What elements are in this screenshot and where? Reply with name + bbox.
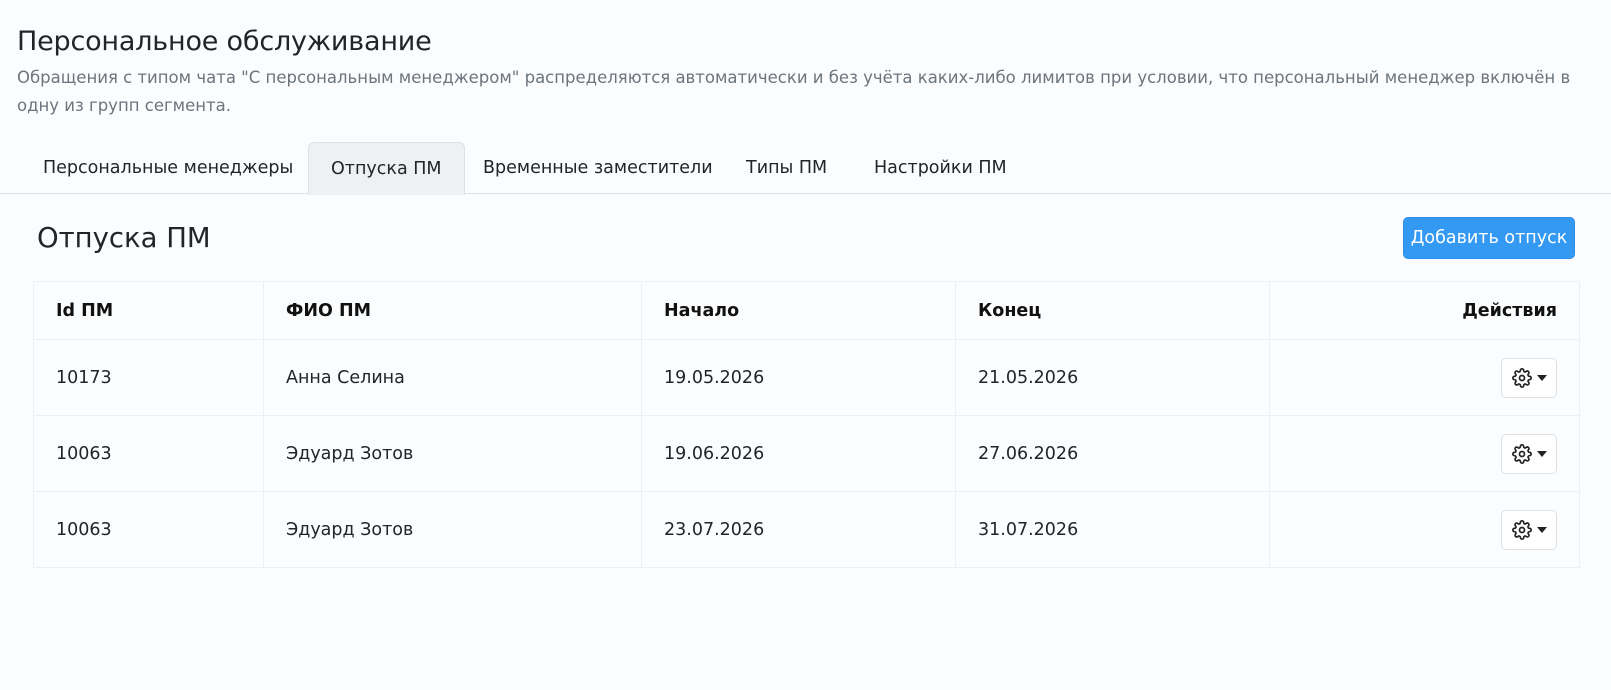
cell-name: Эдуард Зотов bbox=[263, 415, 642, 492]
cell-end: 21.05.2026 bbox=[955, 339, 1270, 416]
row-actions-dropdown-button[interactable] bbox=[1501, 433, 1557, 474]
tab-personal-managers[interactable]: Персональные менеджеры bbox=[21, 142, 315, 194]
page-title: Персональное обслуживание bbox=[17, 26, 432, 57]
vacations-table-wrapper: Id ПМ ФИО ПМ Начало Конец Действия 10173… bbox=[33, 281, 1580, 568]
gear-icon bbox=[1511, 367, 1532, 388]
cell-id: 10173 bbox=[33, 339, 264, 416]
column-header-id: Id ПМ bbox=[33, 281, 264, 340]
cell-start: 23.07.2026 bbox=[641, 491, 956, 568]
tab-pm-settings[interactable]: Настройки ПМ bbox=[852, 142, 1029, 194]
cell-start: 19.05.2026 bbox=[641, 339, 956, 416]
column-header-actions: Действия bbox=[1269, 281, 1580, 340]
cell-name: Анна Селина bbox=[263, 339, 642, 416]
page-description: Обращения с типом чата "С персональным м… bbox=[17, 68, 1571, 115]
column-header-name: ФИО ПМ bbox=[263, 281, 642, 340]
tab-bar: Персональные менеджеры Отпуска ПМ Времен… bbox=[0, 142, 1611, 195]
tab-temporary-deputies[interactable]: Временные заместители bbox=[461, 142, 735, 194]
cell-name: Эдуард Зотов bbox=[263, 491, 642, 568]
cell-end: 27.06.2026 bbox=[955, 415, 1270, 492]
table-header-row: Id ПМ ФИО ПМ Начало Конец Действия bbox=[33, 281, 1580, 340]
caret-down-icon bbox=[1536, 374, 1547, 381]
cell-id: 10063 bbox=[33, 491, 264, 568]
caret-down-icon bbox=[1536, 526, 1547, 533]
cell-end: 31.07.2026 bbox=[955, 491, 1270, 568]
cell-actions bbox=[1269, 491, 1580, 568]
cell-start: 19.06.2026 bbox=[641, 415, 956, 492]
page-header: Персональное обслуживание Обращения с ти… bbox=[17, 22, 1607, 120]
vacations-table: Id ПМ ФИО ПМ Начало Конец Действия 10173… bbox=[33, 281, 1580, 568]
cell-actions bbox=[1269, 415, 1580, 492]
tab-pm-types[interactable]: Типы ПМ bbox=[724, 142, 849, 194]
add-vacation-button[interactable]: Добавить отпуск bbox=[1403, 217, 1575, 259]
gear-icon bbox=[1511, 443, 1532, 464]
gear-icon bbox=[1511, 519, 1532, 540]
column-header-end: Конец bbox=[955, 281, 1270, 340]
row-actions-dropdown-button[interactable] bbox=[1501, 357, 1557, 398]
table-row: 10063 Эдуард Зотов 19.06.2026 27.06.2026 bbox=[33, 415, 1580, 492]
cell-id: 10063 bbox=[33, 415, 264, 492]
row-actions-dropdown-button[interactable] bbox=[1501, 509, 1557, 550]
column-header-start: Начало bbox=[641, 281, 956, 340]
section-title: Отпуска ПМ bbox=[37, 222, 211, 254]
table-row: 10063 Эдуард Зотов 23.07.2026 31.07.2026 bbox=[33, 491, 1580, 568]
caret-down-icon bbox=[1536, 450, 1547, 457]
tab-pm-vacations[interactable]: Отпуска ПМ bbox=[308, 142, 465, 195]
cell-actions bbox=[1269, 339, 1580, 416]
table-row: 10173 Анна Селина 19.05.2026 21.05.2026 bbox=[33, 339, 1580, 416]
